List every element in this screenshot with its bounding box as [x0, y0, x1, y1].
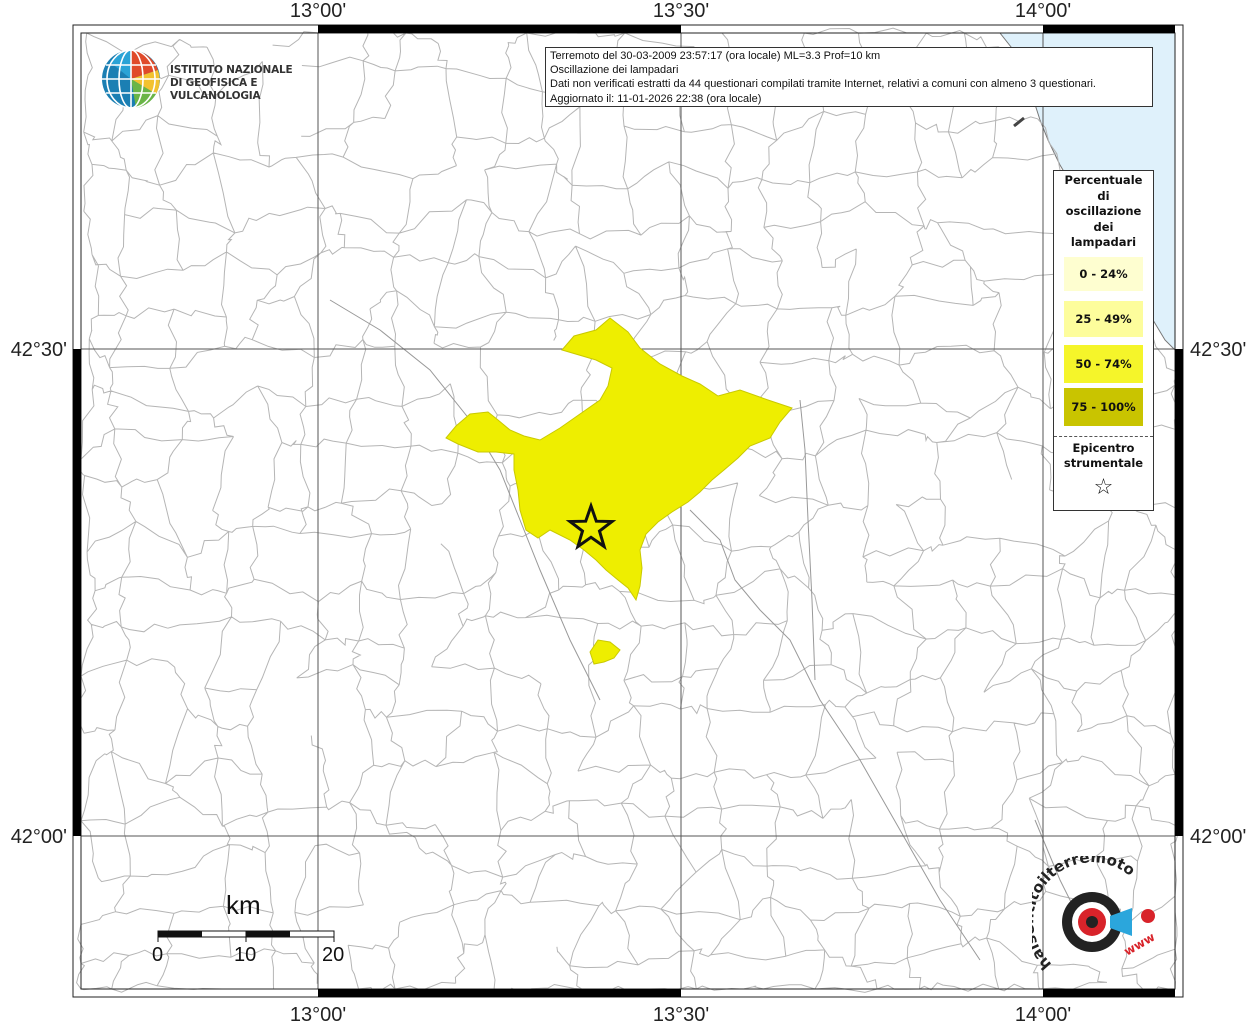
- data-note: Dati non verificati estratti da 44 quest…: [550, 78, 1096, 91]
- scale-label-0: 0: [152, 944, 164, 966]
- scale-label-20: 20: [322, 944, 345, 966]
- epicenter-star-icon: ☆: [1093, 474, 1114, 500]
- legend-class-label: 75 - 100%: [1071, 399, 1136, 414]
- lon-tick-bottom-1: 13°00': [290, 1004, 346, 1024]
- haisentito-logo-icon: haisentitoilterremoto.it www: [1019, 842, 1158, 974]
- haisentito-www: www: [1122, 930, 1158, 959]
- lon-tick-bottom-2: 13°30': [653, 1004, 709, 1024]
- legend-title-line: oscillazione: [1065, 204, 1142, 218]
- logo-line-2: DI GEOFISICA E VULCANOLOGIA: [170, 77, 261, 102]
- legend-title-line: lampadari: [1070, 235, 1137, 249]
- legend-separator: [1054, 435, 1153, 437]
- legend-title-line: Percentuale: [1064, 173, 1143, 187]
- legend-title: Percentuale di oscillazione dei lampadar…: [1054, 171, 1153, 251]
- legend-title-line: dei: [1093, 219, 1114, 234]
- legend-class-label: 0 - 24%: [1079, 266, 1128, 281]
- legend-epicenter-title: Epicentro strumentale: [1054, 441, 1153, 471]
- lat-tick-left-2: 42°00': [11, 826, 67, 848]
- lon-tick-top-3: 14°00': [1015, 0, 1071, 22]
- legend-class-label: 50 - 74%: [1075, 356, 1132, 371]
- lon-tick-top-2: 13°30': [653, 0, 709, 22]
- logo-line-1: ISTITUTO NAZIONALE: [170, 64, 293, 76]
- legend-title-line: di: [1097, 188, 1110, 203]
- scale-unit: km: [226, 890, 261, 920]
- lat-tick-left-1: 42°30': [11, 339, 67, 361]
- legend-class-75-100: 75 - 100%: [1064, 387, 1143, 426]
- update-timestamp: Aggiornato il: 11-01-2026 22:38 (ora loc…: [550, 92, 762, 105]
- scale-label-10: 10: [234, 944, 257, 966]
- ingv-globe-icon: [102, 49, 160, 109]
- lat-tick-right-1: 42°30': [1190, 339, 1246, 361]
- legend-epicenter-line: strumentale: [1063, 455, 1144, 470]
- legend: Percentuale di oscillazione dei lampadar…: [1053, 170, 1154, 511]
- lon-tick-top-1: 13°00': [290, 0, 346, 22]
- legend-class-25-49: 25 - 49%: [1064, 300, 1143, 337]
- legend-epicenter-line: Epicentro: [1072, 440, 1135, 455]
- ingv-logo: ISTITUTO NAZIONALE DI GEOFISICA E VULCAN…: [100, 46, 320, 112]
- event-info-box: Terremoto del 30-03-2009 23:57:17 (ora l…: [545, 47, 1153, 107]
- lon-tick-bottom-3: 14°00': [1015, 1004, 1071, 1024]
- legend-class-0-24: 0 - 24%: [1064, 256, 1143, 291]
- lat-tick-right-2: 42°00': [1190, 826, 1246, 848]
- event-title: Terremoto del 30-03-2009 23:57:17 (ora l…: [550, 50, 881, 62]
- legend-class-label: 25 - 49%: [1075, 311, 1132, 326]
- map-subject: Oscillazione dei lampadari: [550, 64, 679, 77]
- haisentito-logo: haisentitoilterremoto.it www: [1019, 842, 1172, 976]
- legend-class-50-74: 50 - 74%: [1064, 344, 1143, 383]
